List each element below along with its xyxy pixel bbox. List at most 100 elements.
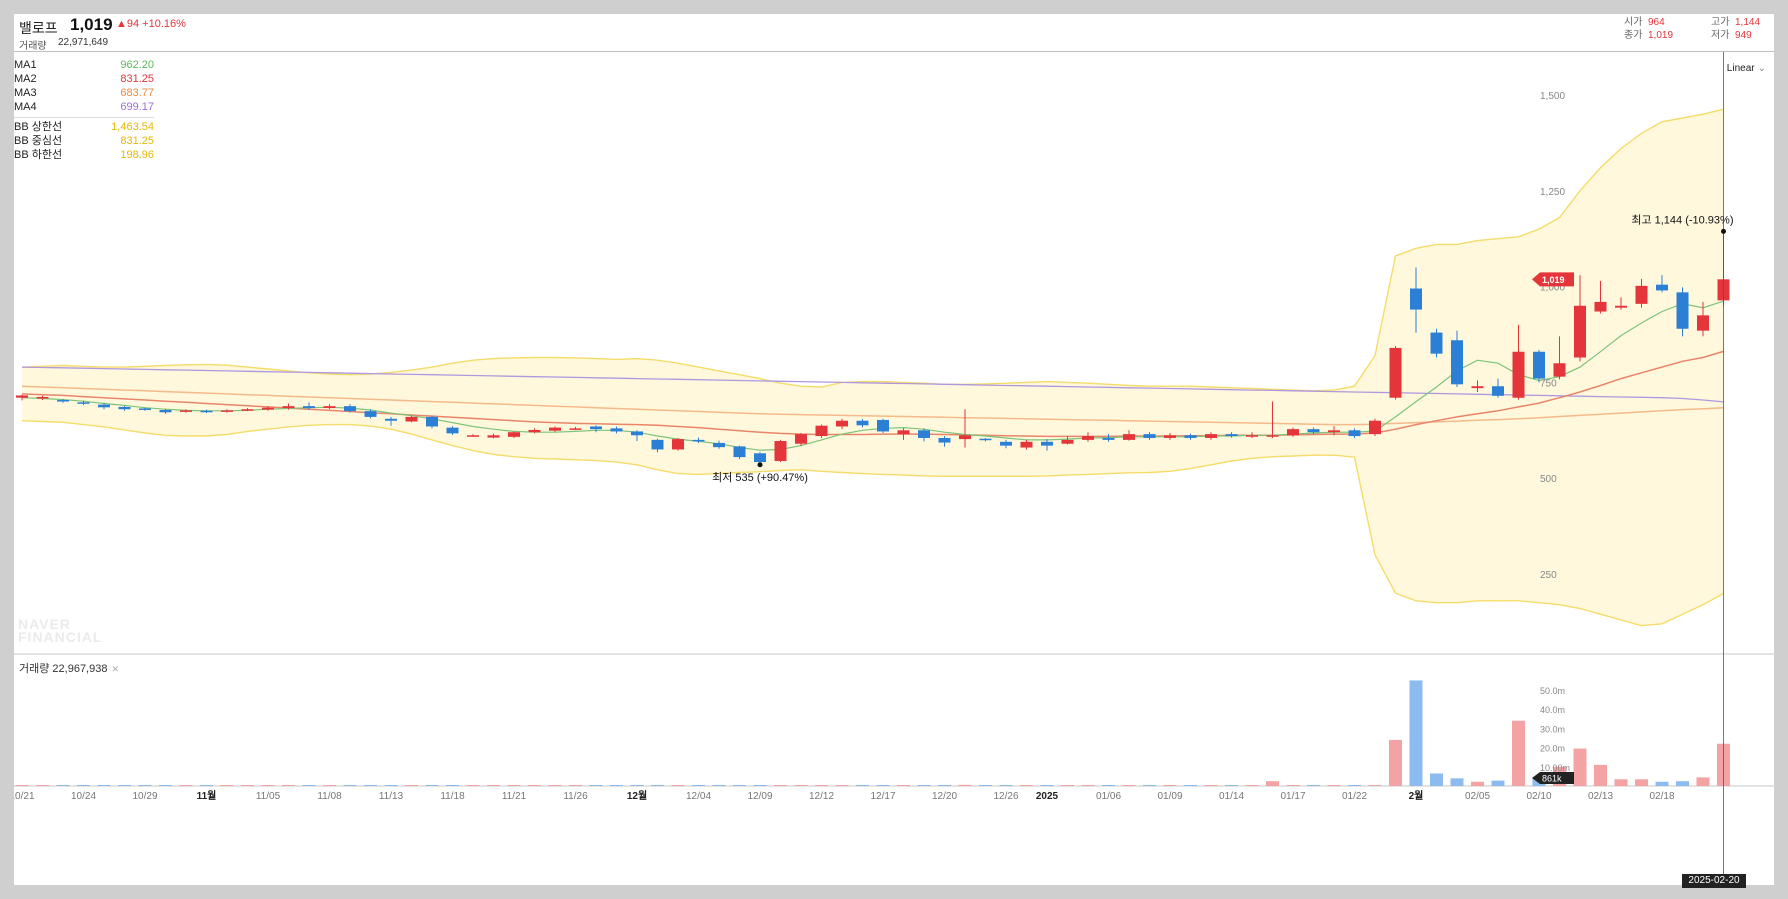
volume-bar: [1061, 785, 1074, 786]
candle-body: [139, 408, 151, 410]
volume-bar: [220, 785, 234, 786]
x-tick-label: 12/12: [809, 791, 834, 802]
stock-price: 1,019: [70, 15, 113, 34]
candle-body: [1225, 434, 1238, 437]
candle-body: [938, 437, 951, 443]
volume-bar: [651, 785, 664, 786]
candle-body: [1164, 435, 1176, 438]
current-price-badge-text: 1,019: [1542, 275, 1565, 285]
x-tick-label: 01/17: [1280, 791, 1305, 802]
volume-bar: [1594, 764, 1607, 786]
candle-body: [1697, 315, 1709, 331]
volume-bar: [446, 785, 459, 786]
price-tick-label: 1,500: [1540, 91, 1565, 102]
volume-panel-title[interactable]: 거래량 22,967,938 ✕: [19, 660, 119, 676]
volume-bar: [1225, 785, 1238, 786]
volume-bar: [364, 785, 377, 786]
candle-body: [303, 406, 315, 409]
stock-chart[interactable]: 1,5001,2501,00075050025050.0m40.0m30.0m2…: [14, 14, 1774, 885]
x-tick-label: 02/05: [1465, 791, 1490, 802]
candle-body: [1574, 305, 1586, 358]
volume-bar: [999, 785, 1013, 786]
volume-bar: [692, 785, 705, 786]
x-tick-label: 2025: [1036, 791, 1059, 802]
bb-upper-value: 1,463.54: [111, 121, 154, 133]
volume-bar: [1266, 781, 1279, 786]
volume-bar: [1430, 773, 1443, 786]
bb-middle-value: 831.25: [120, 135, 154, 147]
volume-bar: [1307, 785, 1320, 786]
candle-body: [1041, 441, 1053, 446]
volume-bar: [1655, 781, 1669, 786]
candle-body: [241, 409, 254, 411]
candle-body: [1266, 435, 1279, 437]
legend-ma2[interactable]: MA2 831.25: [14, 72, 154, 86]
candle-body: [487, 435, 500, 438]
candle-body: [1533, 351, 1545, 379]
volume-bar: [56, 785, 70, 786]
volume-bar: [343, 785, 357, 786]
candle-body: [1492, 386, 1504, 396]
volume-bar: [261, 785, 275, 786]
legend-ma4[interactable]: MA4 699.17: [14, 100, 154, 114]
crosshair-date-badge: 2025-02-20: [1682, 874, 1746, 888]
indicator-legend[interactable]: MA1 962.20 MA2 831.25 MA3 683.77 MA4 699.17 …: [14, 58, 154, 162]
volume-tick-label: 50.0m: [1540, 686, 1565, 696]
candle-body: [774, 441, 787, 461]
candle-body: [1594, 301, 1607, 312]
volume-bar: [733, 785, 746, 786]
low-marker: [757, 462, 763, 468]
candle-body: [836, 420, 848, 427]
candle-body: [159, 409, 172, 413]
candle-body: [508, 432, 520, 437]
bollinger-band-fill: [22, 109, 1724, 626]
candle-body: [672, 439, 684, 450]
candle-body: [610, 428, 623, 432]
volume-bar: [1471, 781, 1484, 786]
candle-body: [877, 419, 889, 432]
volume-bar: [856, 785, 869, 786]
low-label: 저가: [1711, 30, 1730, 41]
volume-tick-label: 10.00m: [1540, 763, 1570, 773]
candle-body: [1205, 434, 1217, 438]
legend-bb-middle[interactable]: BB 중심선 831.25: [14, 134, 154, 148]
bb-lower-value: 198.96: [120, 149, 154, 161]
open-label: 시가: [1624, 17, 1643, 28]
volume-bar: [487, 785, 500, 786]
volume-bar: [1348, 785, 1361, 786]
candle-body: [98, 404, 110, 408]
volume-bar: [774, 785, 787, 786]
legend-ma1[interactable]: MA1 962.20: [14, 58, 154, 72]
legend-bb-lower[interactable]: BB 하한선 198.96: [14, 148, 154, 162]
volume-bar: [589, 785, 603, 786]
volume-bar: [77, 785, 90, 786]
candle-body: [1430, 332, 1443, 354]
volume-bar: [1389, 739, 1402, 786]
volume-value: 22,971,649: [58, 37, 109, 48]
candle-body: [856, 420, 869, 426]
volume-bar: [569, 785, 582, 786]
price-tick-label: 500: [1540, 474, 1557, 485]
candle-body: [528, 429, 541, 433]
legend-bb-upper[interactable]: BB 상한선 1,463.54: [14, 120, 154, 134]
volume-bar: [1409, 680, 1423, 786]
scale-mode-label: Linear: [1726, 63, 1755, 74]
close-icon[interactable]: ✕: [111, 664, 119, 674]
ma3-value: 683.77: [120, 87, 154, 99]
stock-name: 밸로프: [19, 20, 58, 36]
volume-tick-label: 30.0m: [1540, 724, 1565, 734]
high-annotation: 최고 1,144 (-10.93%): [1631, 213, 1733, 226]
candle-body: [897, 430, 910, 435]
candle-body: [549, 427, 561, 431]
quote-header: 밸로프 1,019 ▲94 +10.16% 거래량 22,971,649 시가 9…: [14, 14, 1774, 52]
x-tick-label: 11/18: [440, 791, 465, 802]
x-tick-label: 01/22: [1342, 791, 1367, 802]
scale-mode-dropdown[interactable]: Linear ⌄: [1727, 63, 1766, 74]
legend-ma3[interactable]: MA3 683.77: [14, 86, 154, 100]
candle-body: [1348, 430, 1361, 437]
volume-bar: [466, 785, 480, 786]
candle-body: [1143, 434, 1156, 438]
volume-bar: [302, 785, 316, 786]
volume-bar: [36, 785, 49, 786]
candle-body: [1615, 305, 1627, 308]
